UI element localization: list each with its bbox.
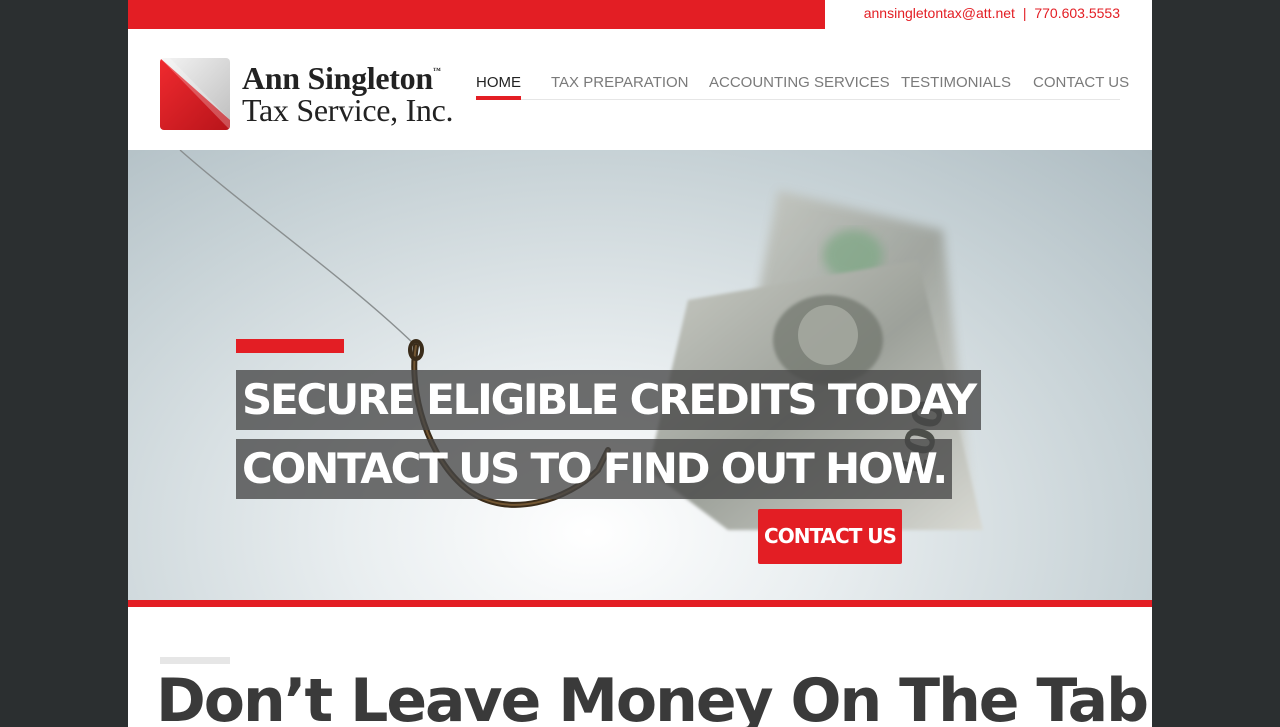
hero-headline-2: CONTACT US TO FIND OUT HOW. [236, 439, 952, 499]
nav-item-contact-us[interactable]: CONTACT US [1033, 74, 1129, 91]
nav-item-tax-preparation[interactable]: TAX PREPARATION [551, 74, 689, 91]
phone-link[interactable]: 770.603.5553 [1034, 5, 1120, 21]
contact-separator: | [1022, 5, 1027, 21]
section-accent-bar [160, 657, 230, 664]
logo-mark-icon [160, 58, 230, 130]
main-nav: HOME TAX PREPARATION ACCOUNTING SERVICES… [476, 74, 1129, 100]
hero-accent-bar [236, 339, 344, 353]
nav-item-accounting-services[interactable]: ACCOUNTING SERVICES [709, 74, 890, 91]
logo-line-2: Tax Service, Inc. [242, 92, 454, 128]
hero-contact-button[interactable]: CONTACT US [758, 509, 902, 564]
section-heading: Don’t Leave Money On The Table. [156, 666, 1152, 727]
hero-headline-1: SECURE ELIGIBLE CREDITS TODAY [236, 370, 981, 430]
nav-item-testimonials[interactable]: TESTIMONIALS [901, 74, 1011, 91]
top-contact-info: annsingletontax@att.net | 770.603.5553 [864, 5, 1120, 21]
top-red-bar [128, 0, 825, 29]
hero-banner: 100 SECURE ELIGIBLE CREDITS TODAY CONTAC… [128, 150, 1152, 600]
logo-name: Ann Singleton [242, 60, 433, 96]
site-logo[interactable]: Ann Singleton™ Tax Service, Inc. [160, 58, 460, 132]
hero-bottom-border [128, 600, 1152, 607]
logo-trademark: ™ [432, 66, 441, 75]
page: annsingletontax@att.net | 770.603.5553 A… [128, 0, 1152, 727]
email-link[interactable]: annsingletontax@att.net [864, 5, 1015, 21]
nav-item-home[interactable]: HOME [476, 74, 521, 100]
